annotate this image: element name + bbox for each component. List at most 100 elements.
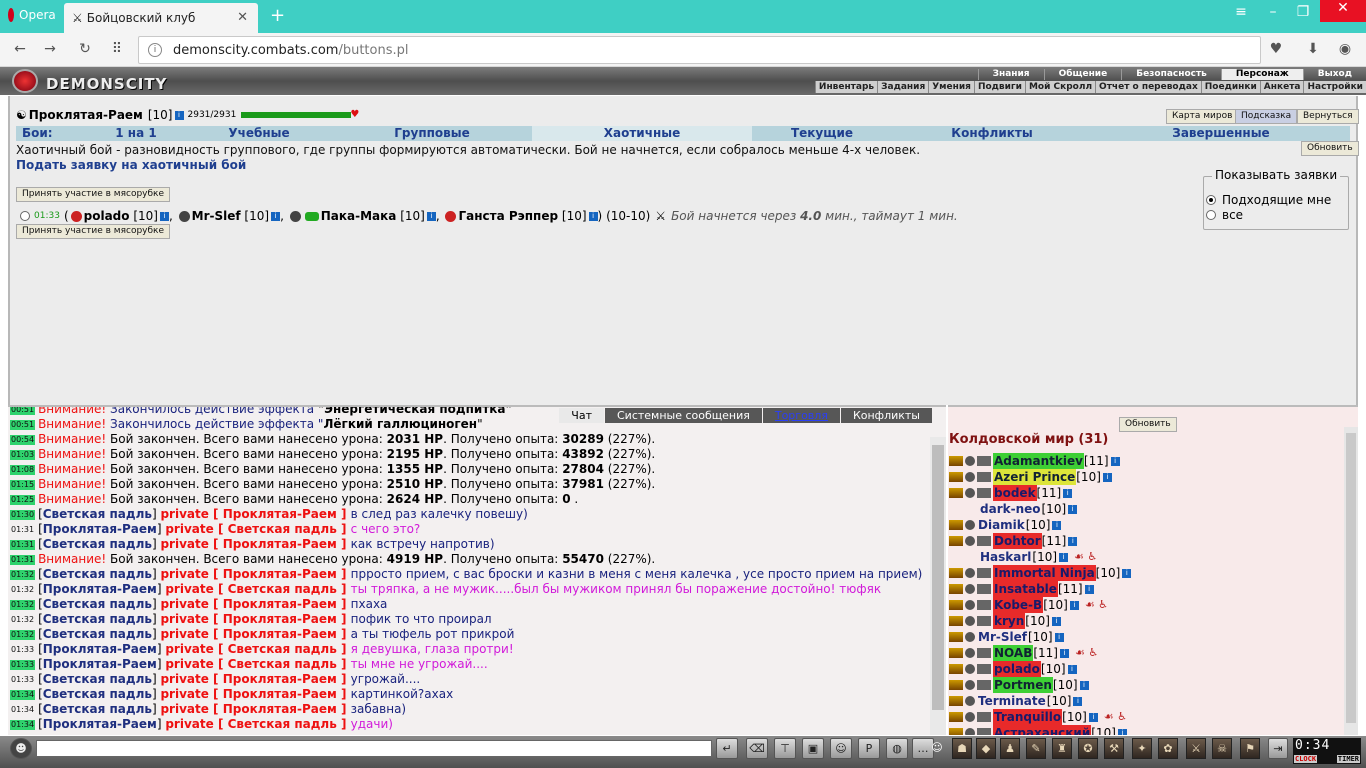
submenu-item-6[interactable]: Поединки — [1200, 81, 1260, 93]
eraser-icon[interactable]: ⌫ — [746, 738, 768, 759]
chat-time[interactable]: 01:31 — [10, 539, 36, 550]
online-user-name[interactable]: Tranquillo — [993, 709, 1063, 725]
chat-recipient[interactable]: Проклятая-Раем — [223, 702, 337, 716]
tab-battle-0[interactable]: 1 на 1 — [86, 126, 186, 141]
chat-time[interactable]: 01:32 — [10, 615, 35, 625]
join-meatgrinder-button[interactable]: Принять участие в мясорубке — [16, 187, 171, 202]
menu-item-2[interactable]: Безопасность — [1121, 69, 1221, 80]
download-icon[interactable]: ⬇ — [1303, 41, 1323, 59]
submenu-item-1[interactable]: Задания — [877, 81, 928, 93]
menu-item-3[interactable]: Персонаж — [1220, 69, 1303, 80]
chat-time[interactable]: 01:25 — [10, 494, 36, 505]
world-map-button[interactable]: Карта миров — [1166, 109, 1239, 124]
chat-sender[interactable]: Светская падль — [43, 567, 152, 581]
tab-menu-icon[interactable]: ≡ — [1228, 4, 1254, 24]
menu-item-1[interactable]: Общение — [1043, 69, 1122, 80]
action-icon-8[interactable]: ✦ — [1132, 738, 1152, 759]
chat-recipient[interactable]: Проклятая-Раем — [223, 627, 337, 641]
reload-button[interactable]: ↻ — [75, 41, 95, 59]
chat-sender[interactable]: Светская падль — [43, 672, 152, 686]
join-meatgrinder-button-2[interactable]: Принять участие в мясорубке — [16, 224, 171, 239]
action-icon-11[interactable]: ☠ — [1212, 738, 1232, 759]
filter-option-suitable[interactable]: Подходящие мне — [1206, 193, 1331, 207]
chat-tab-3[interactable]: Конфликты — [840, 408, 932, 423]
filter-option-all[interactable]: все — [1206, 208, 1243, 222]
chat-recipient[interactable]: Проклятая-Раем — [223, 687, 337, 701]
chat-time[interactable]: 01:32 — [10, 585, 35, 595]
chat-sender[interactable]: Светская падль — [43, 507, 152, 521]
char-name[interactable]: Проклятая-Раем — [29, 108, 143, 122]
submenu-item-3[interactable]: Подвиги — [973, 81, 1025, 93]
online-user-name[interactable]: Haskarl — [979, 549, 1032, 565]
chat-scroll-thumb[interactable] — [932, 445, 944, 710]
minimize-button[interactable]: – — [1260, 4, 1286, 24]
chat-tab-2[interactable]: Торговля — [762, 408, 840, 423]
info-icon[interactable]: i — [1117, 728, 1127, 735]
tab-battle-6[interactable]: Завершенные — [1092, 126, 1350, 141]
online-user-name[interactable]: Adamantkiev — [993, 453, 1084, 469]
info-icon[interactable]: i — [1060, 648, 1069, 658]
create-chaos-bid-link[interactable]: Подать заявку на хаотичный бой — [16, 158, 246, 172]
chat-sender[interactable]: Светская падль — [43, 537, 152, 551]
chat-time[interactable]: 01:32 — [10, 599, 36, 610]
chat-time[interactable]: 01:31 — [10, 554, 36, 565]
online-user-name[interactable]: Mr-Slef — [977, 629, 1028, 645]
menu-item-0[interactable]: Знания — [977, 69, 1044, 80]
action-icon-7[interactable]: ⚒ — [1104, 738, 1124, 759]
chat-time[interactable]: 01:34 — [10, 689, 36, 700]
submenu-item-0[interactable]: Инвентарь — [814, 81, 877, 93]
account-icon[interactable]: ◉ — [1335, 41, 1355, 59]
online-user-name[interactable]: dark-neo — [979, 501, 1042, 517]
info-icon[interactable]: i — [1068, 536, 1078, 546]
info-icon[interactable]: i — [1110, 456, 1120, 466]
tab-battle-4[interactable]: Текущие — [752, 126, 892, 141]
info-icon[interactable]: i — [1067, 664, 1077, 674]
action-icon-6[interactable]: ✪ — [1078, 738, 1098, 759]
info-icon[interactable]: i — [1073, 696, 1083, 706]
tab-battle-3[interactable]: Хаотичные — [532, 126, 752, 141]
submenu-item-4[interactable]: Мой Скролл — [1024, 81, 1095, 93]
clock-label[interactable]: CLOCK — [1294, 755, 1318, 763]
forward-button[interactable]: → — [40, 41, 60, 59]
chat-tab-1[interactable]: Системные сообщения — [604, 408, 762, 423]
chat-time[interactable]: 01:30 — [10, 509, 36, 520]
action-icon-2[interactable]: ◆ — [976, 738, 996, 759]
chat-recipient[interactable]: Светская падль — [228, 657, 337, 671]
timer-label[interactable]: TIMER — [1336, 755, 1360, 763]
chat-time[interactable]: 01:33 — [10, 675, 35, 685]
menu-item-4[interactable]: Выход — [1302, 69, 1366, 80]
chat-time[interactable]: 01:32 — [10, 629, 36, 640]
emoji-icon[interactable]: ☺ — [926, 738, 948, 759]
chat-time[interactable]: 01:33 — [10, 645, 35, 655]
action-icon-10[interactable]: ⚔ — [1186, 738, 1206, 759]
info-icon[interactable]: i — [159, 211, 169, 221]
info-icon[interactable]: i — [588, 211, 598, 221]
tab-battle-2[interactable]: Групповые — [332, 126, 532, 141]
online-user-name[interactable]: NOAB — [993, 645, 1034, 661]
chat-time[interactable]: 01:33 — [10, 659, 36, 670]
info-icon[interactable]: i — [1069, 600, 1079, 610]
online-user-name[interactable]: Dohtor — [993, 533, 1042, 549]
chat-recipient[interactable]: Проклятая-Раем — [223, 612, 337, 626]
online-user-name[interactable]: Астраханский — [993, 725, 1092, 735]
info-icon[interactable]: i — [271, 211, 281, 221]
smiley-menu-icon[interactable]: ☻ — [10, 738, 32, 759]
submenu-item-7[interactable]: Анкета — [1259, 81, 1304, 93]
chat-time[interactable]: 01:08 — [10, 464, 36, 475]
flag-icon[interactable]: ⚑ — [1240, 738, 1260, 759]
online-user-name[interactable]: bodek — [993, 485, 1037, 501]
refresh-online-button[interactable]: Обновить — [1119, 417, 1177, 432]
exit-icon[interactable]: ⇥ — [1268, 738, 1288, 759]
tab-battle-1[interactable]: Учебные — [186, 126, 332, 141]
user-icon[interactable]: ☺ — [830, 738, 852, 759]
site-info-icon[interactable]: i — [148, 43, 162, 57]
chat-sender[interactable]: Светская падль — [43, 627, 152, 641]
close-window-button[interactable]: ✕ — [1320, 0, 1366, 22]
online-user-name[interactable]: Kobe-B — [993, 597, 1044, 613]
chat-sender[interactable]: Светская падль — [43, 612, 152, 626]
chat-tab-0[interactable]: Чат — [559, 408, 604, 423]
refresh-bids-button[interactable]: Обновить — [1301, 141, 1359, 156]
chat-recipient[interactable]: Проклятая-Раем — [223, 567, 337, 581]
chat-time[interactable]: 01:31 — [10, 525, 35, 535]
info-icon[interactable]: i — [1102, 472, 1112, 482]
